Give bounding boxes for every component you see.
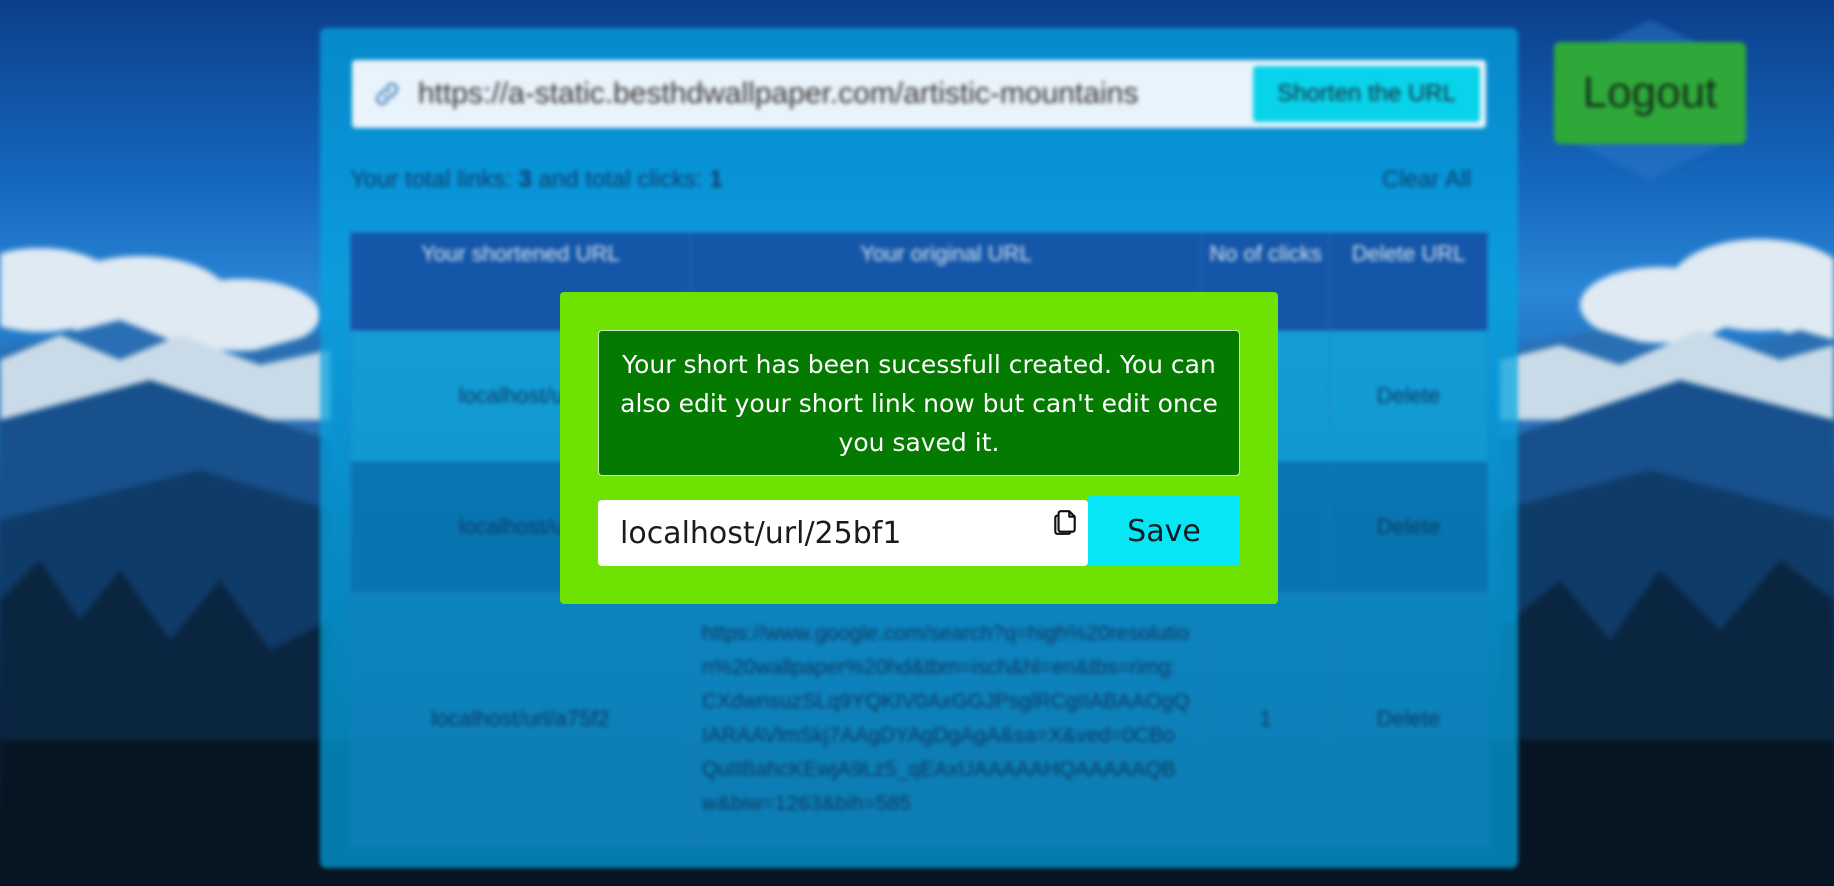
success-message: Your short has been sucessfull created. … [598,330,1240,476]
delete-link[interactable]: Delete [1329,461,1488,593]
original-url-text: https://www.google.com/search?q=high%20r… [701,622,1190,815]
original-url-cell: https://www.google.com/search?q=high%20r… [689,592,1203,846]
short-url-cell[interactable]: localhost/url/a75f2 [350,592,691,846]
total-links-count: 3 [518,166,532,193]
links-stats: Your total links: 3 and total clicks: 1 [350,166,723,194]
copy-icon[interactable] [1052,508,1078,536]
delete-link[interactable]: Delete [1329,330,1488,462]
stats-middle: and total clicks: [531,166,710,193]
shorten-url-button[interactable]: Shorten the URL [1253,66,1480,122]
header-delete-url: Delete URL [1329,232,1488,331]
clicks-cell: 1 [1201,592,1331,846]
long-url-input[interactable]: https://a-static.besthdwallpaper.com/art… [406,77,1253,111]
delete-link[interactable]: Delete [1329,592,1488,846]
total-clicks-count: 1 [709,166,723,193]
clear-all-link[interactable]: Clear All [1382,166,1471,194]
save-button[interactable]: Save [1088,496,1240,566]
link-icon [368,75,406,113]
logout-button[interactable]: Logout [1554,42,1746,144]
short-link-field[interactable] [598,500,1088,566]
stats-prefix: Your total links: [350,166,519,193]
table-row: localhost/url/a75f2 https://www.google.c… [350,592,1488,846]
url-input-bar[interactable]: https://a-static.besthdwallpaper.com/art… [352,60,1486,128]
short-link-created-modal: Your short has been sucessfull created. … [560,292,1278,604]
short-link-input[interactable] [598,500,1088,566]
